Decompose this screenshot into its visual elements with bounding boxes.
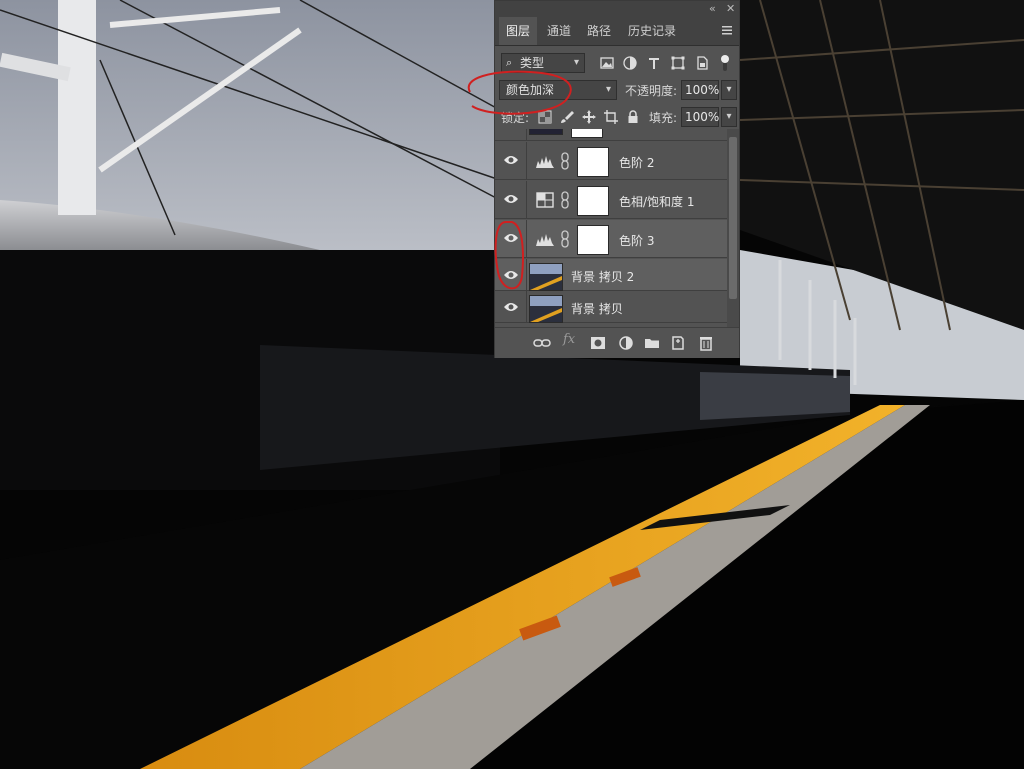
filter-row: ⌕ 类型 ▾: [495, 53, 739, 73]
search-icon: ⌕: [506, 56, 513, 69]
layer-name: 色阶 2: [619, 156, 655, 170]
add-mask-icon[interactable]: [589, 334, 607, 352]
lock-transparent-icon[interactable]: [537, 109, 553, 125]
filter-smart-object-icon[interactable]: [694, 55, 710, 71]
tab-layers[interactable]: 图层: [499, 17, 537, 45]
new-layer-icon[interactable]: [669, 334, 687, 352]
lock-label: 锁定:: [501, 111, 530, 125]
blend-row: 颜色加深 ▾ 不透明度: 100% ▾: [495, 80, 739, 100]
hue-saturation-icon: [536, 192, 554, 208]
layer-thumbnail: [529, 129, 563, 135]
filter-adjustment-icon[interactable]: [622, 55, 638, 71]
panel-menu-icon[interactable]: [721, 24, 733, 36]
visibility-column: [495, 220, 527, 257]
fill-label: 填充:: [649, 111, 678, 125]
levels-icon: [536, 234, 554, 246]
layer-row[interactable]: 色阶 3: [495, 220, 727, 258]
layer-row[interactable]: 色相/饱和度 1: [495, 181, 727, 219]
levels-icon: [536, 156, 554, 168]
layer-row[interactable]: 背景 拷贝 2: [495, 259, 727, 291]
opacity-dropdown[interactable]: ▾: [721, 80, 737, 100]
layer-thumbnail: [529, 263, 563, 291]
panel-titlebar: « ✕: [495, 1, 739, 17]
chain-link-icon[interactable]: [561, 230, 569, 248]
chevron-down-icon: ▾: [605, 84, 611, 95]
collapse-icon[interactable]: «: [709, 2, 716, 16]
lock-row: 锁定: 填充: 100% ▾: [495, 107, 739, 127]
filter-type-icon[interactable]: [646, 55, 662, 71]
tab-channels[interactable]: 通道: [539, 17, 579, 45]
filter-toggle-icon[interactable]: [719, 53, 731, 73]
layer-mask-thumbnail[interactable]: [577, 225, 609, 255]
eye-icon[interactable]: [503, 269, 519, 281]
layer-mask-thumbnail: [571, 129, 603, 138]
new-adjustment-icon[interactable]: [617, 334, 635, 352]
visibility-column: [495, 181, 527, 218]
layer-mask-thumbnail[interactable]: [577, 147, 609, 177]
layers-panel: « ✕ 图层 通道 路径 历史记录 ⌕ 类型 ▾ 颜色加深 ▾ 不透明度: 10…: [494, 0, 740, 358]
trash-icon[interactable]: [697, 334, 715, 352]
visibility-column: [495, 129, 527, 140]
layer-row-partial[interactable]: [495, 129, 727, 141]
lock-all-icon[interactable]: [625, 109, 641, 125]
close-icon[interactable]: ✕: [726, 2, 735, 16]
layer-mask-thumbnail[interactable]: [577, 186, 609, 216]
new-group-folder-icon[interactable]: [643, 334, 661, 352]
scrollbar-thumb[interactable]: [729, 137, 737, 299]
tab-paths[interactable]: 路径: [581, 17, 617, 45]
panel-tabs: 图层 通道 路径 历史记录: [495, 17, 739, 46]
filter-pixel-icon[interactable]: [599, 55, 615, 71]
opacity-label: 不透明度:: [625, 84, 678, 98]
filter-kind-select[interactable]: ⌕ 类型 ▾: [501, 53, 585, 73]
visibility-column: [495, 142, 527, 179]
eye-icon[interactable]: [503, 193, 519, 205]
fill-dropdown[interactable]: ▾: [721, 107, 737, 127]
layer-name: 背景 拷贝 2: [571, 270, 635, 284]
chain-link-icon[interactable]: [561, 191, 569, 209]
panel-footer: fx: [495, 327, 739, 358]
layer-row[interactable]: 背景 拷贝: [495, 291, 727, 323]
lock-artboard-icon[interactable]: [603, 109, 619, 125]
layer-list: 色阶 2 色相/饱和度 1 色阶 3 背景 拷贝 2 背景 拷贝: [495, 129, 727, 327]
tab-history[interactable]: 历史记录: [619, 17, 685, 45]
filter-kind-label: 类型: [520, 56, 545, 70]
lock-paint-brush-icon[interactable]: [559, 109, 575, 125]
layer-list-scrollbar[interactable]: [727, 129, 739, 327]
visibility-column: [495, 259, 527, 290]
link-layers-icon[interactable]: [533, 334, 551, 352]
layer-name: 背景 拷贝: [571, 302, 623, 316]
fill-input[interactable]: 100%: [681, 107, 719, 127]
eye-icon[interactable]: [503, 154, 519, 166]
chevron-down-icon: ▾: [573, 57, 579, 68]
layer-thumbnail: [529, 295, 563, 323]
layer-name: 色阶 3: [619, 234, 655, 248]
blend-mode-value: 颜色加深: [506, 83, 555, 97]
visibility-column: [495, 291, 527, 322]
layer-name: 色相/饱和度 1: [619, 195, 695, 209]
eye-icon[interactable]: [503, 232, 519, 244]
blend-mode-select[interactable]: 颜色加深 ▾: [499, 80, 617, 100]
layer-row[interactable]: 色阶 2: [495, 142, 727, 180]
eye-icon[interactable]: [503, 301, 519, 313]
opacity-input[interactable]: 100%: [681, 80, 719, 100]
lock-move-icon[interactable]: [581, 109, 597, 125]
chain-link-icon[interactable]: [561, 152, 569, 170]
filter-shape-icon[interactable]: [670, 55, 686, 71]
fx-icon[interactable]: fx: [563, 332, 581, 350]
